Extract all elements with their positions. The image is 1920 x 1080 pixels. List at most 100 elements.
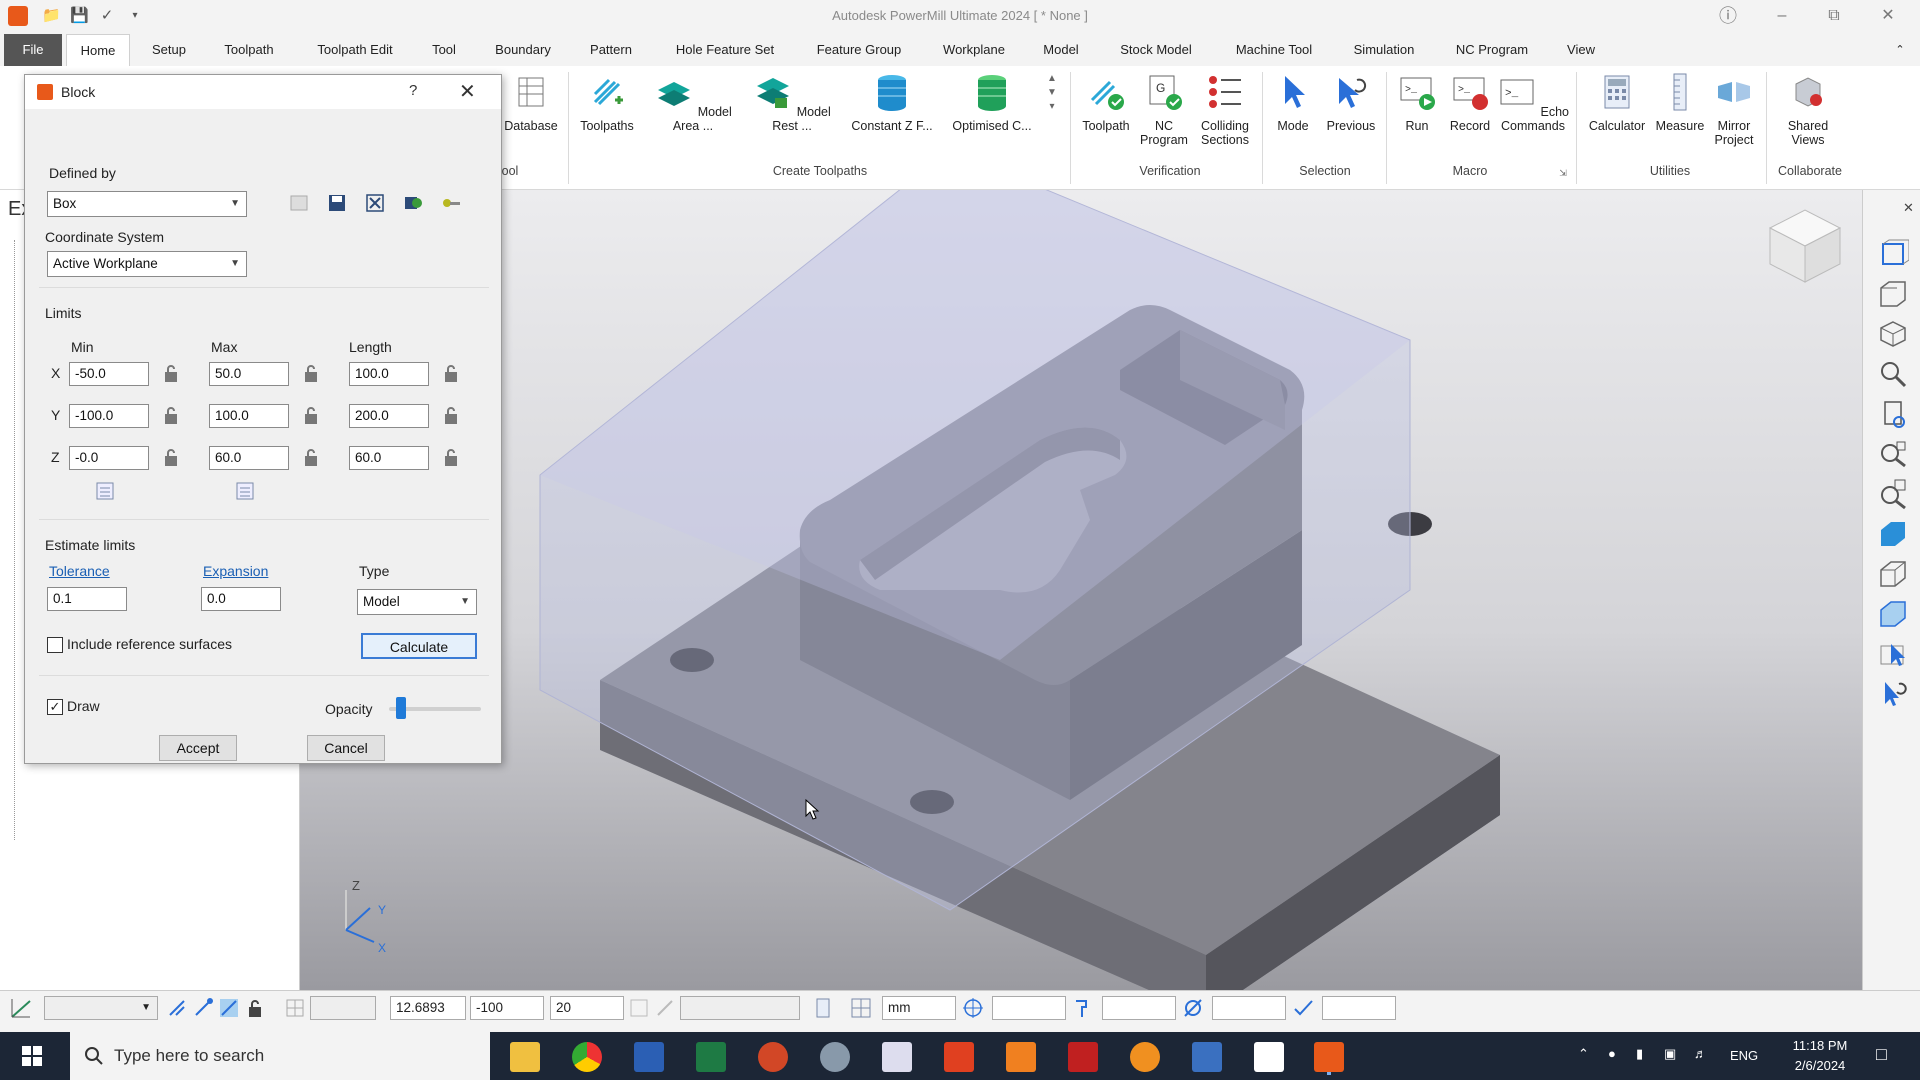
accept-button[interactable]: Accept [159, 735, 237, 761]
measure-button[interactable]: Measure [1652, 72, 1708, 133]
chrome-icon[interactable] [572, 1042, 602, 1072]
tab-stock-model[interactable]: Stock Model [1108, 34, 1204, 66]
microphone-icon[interactable]: ● [1608, 1046, 1616, 1061]
notifications-icon[interactable]: □ [1876, 1044, 1887, 1065]
tab-toolpath[interactable]: Toolpath [212, 34, 286, 66]
selection-mode-button[interactable]: Mode [1268, 72, 1318, 133]
gallery-scroll-up-icon[interactable]: ▲ ▼ ▾ [1044, 72, 1060, 114]
status-workplane-select[interactable]: ▼ [44, 996, 158, 1020]
defined-by-select[interactable]: Box ▼ [47, 191, 247, 217]
block-from-model-icon[interactable] [403, 193, 423, 213]
tab-pattern[interactable]: Pattern [580, 34, 642, 66]
calculator-app-icon[interactable] [882, 1042, 912, 1072]
crosshair-icon[interactable] [962, 997, 984, 1019]
help-icon[interactable]: ⓘ [1708, 4, 1748, 28]
autocad-icon[interactable] [1254, 1042, 1284, 1072]
tab-toolpath-edit[interactable]: Toolpath Edit [304, 34, 406, 66]
database-button[interactable]: Database [500, 72, 562, 133]
close-window-button[interactable]: ✕ [1868, 4, 1908, 28]
word-icon[interactable] [634, 1042, 664, 1072]
zoom-window-icon[interactable] [1877, 438, 1909, 470]
opacity-slider-thumb[interactable] [395, 697, 406, 719]
y-min-input[interactable]: -100.0 [69, 404, 149, 428]
draw-checkbox[interactable]: ✓ [47, 699, 63, 715]
previous-cursor-icon[interactable] [1877, 678, 1909, 710]
shaded-view-icon[interactable] [1877, 518, 1909, 550]
snap-point-icon[interactable] [218, 997, 240, 1019]
toolpaths-button[interactable]: Toolpaths [574, 72, 640, 133]
network-icon[interactable]: ▣ [1664, 1046, 1676, 1062]
tab-view[interactable]: View [1558, 34, 1604, 66]
x-max-input[interactable]: 50.0 [209, 362, 289, 386]
model-rest-button[interactable]: Model Rest ... [746, 72, 838, 133]
tab-simulation[interactable]: Simulation [1344, 34, 1424, 66]
lock-icon[interactable] [441, 364, 461, 384]
cancel-button[interactable]: Cancel [307, 735, 385, 761]
graphics-viewport[interactable]: Z Y X [300, 190, 1862, 990]
tab-nc-program[interactable]: NC Program [1444, 34, 1540, 66]
z-min-input[interactable]: -0.0 [69, 446, 149, 470]
estimate-type-select[interactable]: Model ▼ [357, 589, 477, 615]
maximize-button[interactable]: ⧉ [1814, 4, 1854, 28]
include-reference-surfaces-checkbox[interactable] [47, 637, 63, 653]
lock-icon[interactable] [301, 448, 321, 468]
snap-icon[interactable] [166, 997, 188, 1019]
tab-hole-feature-set[interactable]: Hole Feature Set [664, 34, 786, 66]
tool-field[interactable] [1102, 996, 1176, 1020]
y-max-input[interactable]: 100.0 [209, 404, 289, 428]
diameter-icon[interactable] [1182, 997, 1204, 1019]
run-macro-button[interactable]: >_ Run [1392, 72, 1442, 133]
max-point-picker-icon[interactable] [235, 481, 255, 501]
taskbar-search-box[interactable]: Type here to search [70, 1032, 490, 1080]
echo-commands-button[interactable]: >_ Echo Commands [1496, 72, 1570, 133]
wireframe-view-icon[interactable] [1877, 558, 1909, 590]
powermill-taskbar-icon[interactable] [1314, 1042, 1344, 1072]
shared-views-button[interactable]: Shared Views [1772, 72, 1844, 147]
excel-icon[interactable] [696, 1042, 726, 1072]
powerpoint-icon[interactable] [758, 1042, 788, 1072]
clear-block-icon[interactable] [365, 193, 385, 213]
lock-icon[interactable] [441, 406, 461, 426]
units-field[interactable]: mm [882, 996, 956, 1020]
tolerance-field[interactable] [992, 996, 1066, 1020]
colliding-sections-button[interactable]: Colliding Sections [1194, 72, 1256, 147]
zoom-document-icon[interactable] [1877, 398, 1909, 430]
autodesk-fusion-icon[interactable] [1006, 1042, 1036, 1072]
y-length-input[interactable]: 200.0 [349, 404, 429, 428]
windows-start-icon[interactable] [22, 1046, 42, 1066]
app-e-icon[interactable] [1130, 1042, 1160, 1072]
diameter-field[interactable] [1212, 996, 1286, 1020]
clock-date[interactable]: 2/6/2024 [1780, 1058, 1860, 1073]
expansion-link[interactable]: Expansion [203, 563, 268, 579]
autodesk-app-icon[interactable] [944, 1042, 974, 1072]
block-key-icon[interactable] [441, 193, 461, 213]
model-area-clearance-button[interactable]: Model Area ... [648, 72, 738, 133]
record-macro-button[interactable]: >_ Record [1444, 72, 1496, 133]
language-indicator[interactable]: ENG [1730, 1048, 1758, 1063]
lock-icon[interactable] [441, 448, 461, 468]
lock-icon[interactable] [301, 364, 321, 384]
tolerance-input[interactable]: 0.1 [47, 587, 127, 611]
close-toolbar-icon[interactable]: ✕ [1903, 200, 1914, 216]
volume-icon[interactable]: ♬ [1694, 1046, 1707, 1061]
block-view-icon[interactable] [1877, 598, 1909, 630]
grid-icon[interactable] [284, 997, 306, 1019]
calculator-small-icon[interactable] [812, 997, 834, 1019]
calculate-button[interactable]: Calculate [361, 633, 477, 659]
zoom-fit-icon[interactable] [1877, 478, 1909, 510]
calculator-button[interactable]: Calculator [1582, 72, 1652, 133]
lock-icon[interactable] [161, 448, 181, 468]
macro-dialog-launcher-icon[interactable]: ⇲ [1556, 166, 1570, 180]
view-iso-icon[interactable] [1877, 318, 1909, 350]
toolpath-verify-button[interactable]: Toolpath [1078, 72, 1134, 133]
app-icon[interactable] [820, 1042, 850, 1072]
select-cursor-icon[interactable] [1877, 638, 1909, 670]
coordinate-y-field[interactable]: -100 [470, 996, 544, 1020]
tab-workplane[interactable]: Workplane [932, 34, 1016, 66]
tab-file[interactable]: File [4, 34, 62, 66]
file-explorer-icon[interactable] [510, 1042, 540, 1072]
app-doc-icon[interactable] [1192, 1042, 1222, 1072]
x-length-input[interactable]: 100.0 [349, 362, 429, 386]
close-icon[interactable]: ✕ [459, 79, 476, 104]
lock-icon[interactable] [161, 406, 181, 426]
